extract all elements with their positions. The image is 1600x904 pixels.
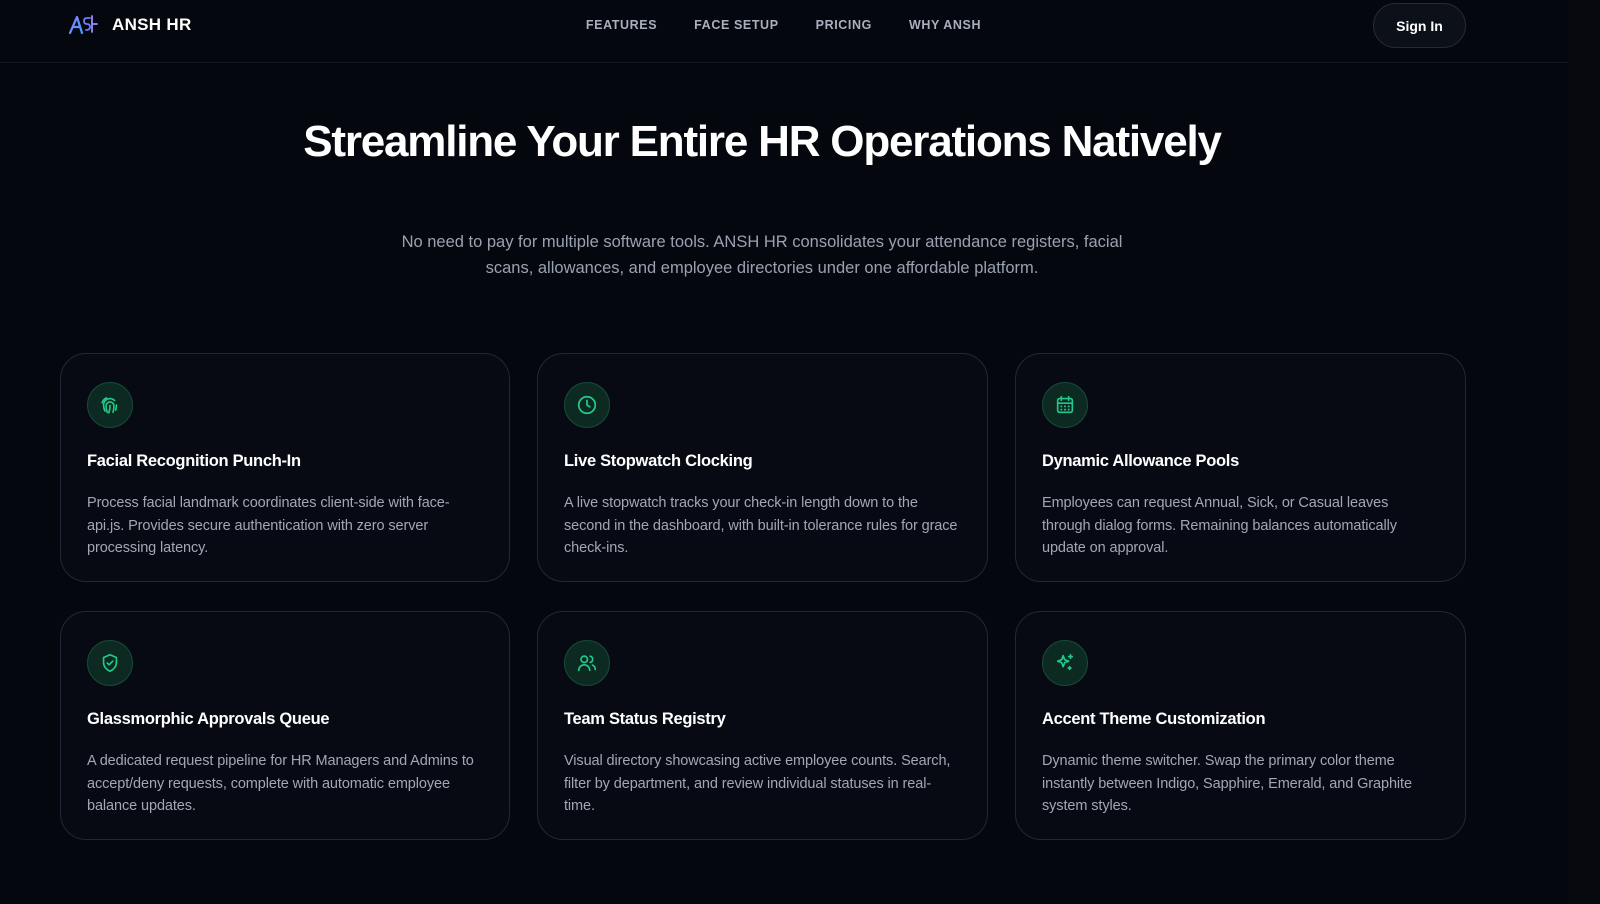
sparkles-icon <box>1056 653 1074 671</box>
feature-description: Visual directory showcasing active emplo… <box>564 753 951 814</box>
nav-link-features[interactable]: FEATURES <box>586 17 657 33</box>
features-grid: Facial Recognition Punch-In Process faci… <box>60 353 1466 840</box>
feature-icon-badge <box>564 640 610 686</box>
feature-icon-badge <box>1042 640 1088 686</box>
page-scrollbar-track[interactable] <box>1568 0 1600 904</box>
nav-link-why-ansh[interactable]: WHY ANSH <box>909 17 981 33</box>
feature-description: Employees can request Annual, Sick, or C… <box>1042 495 1397 556</box>
clock-icon <box>577 395 597 415</box>
feature-card-live-stopwatch: Live Stopwatch Clocking A live stopwatch… <box>537 353 988 582</box>
shield-check-icon <box>102 653 118 673</box>
feature-card-accent-theme: Accent Theme Customization Dynamic theme… <box>1015 611 1466 840</box>
feature-title: Glassmorphic Approvals Queue <box>87 710 330 728</box>
feature-title: Live Stopwatch Clocking <box>564 452 753 470</box>
feature-description: Process facial landmark coordinates clie… <box>87 495 450 556</box>
feature-title: Team Status Registry <box>564 710 726 728</box>
feature-card-approvals-queue: Glassmorphic Approvals Queue A dedicated… <box>60 611 510 840</box>
feature-icon-badge <box>87 382 133 428</box>
feature-card-allowance-pools: Dynamic Allowance Pools Employees can re… <box>1015 353 1466 582</box>
feature-card-facial-recognition: Facial Recognition Punch-In Process faci… <box>60 353 510 582</box>
fingerprint-icon <box>101 397 118 414</box>
feature-description: A dedicated request pipeline for HR Mana… <box>87 753 474 814</box>
feature-icon-badge <box>1042 382 1088 428</box>
feature-description: Dynamic theme switcher. Swap the primary… <box>1042 753 1412 814</box>
feature-title: Facial Recognition Punch-In <box>87 452 301 470</box>
nav-link-face-setup[interactable]: FACE SETUP <box>694 17 779 33</box>
calendar-icon <box>1056 395 1074 414</box>
feature-title: Dynamic Allowance Pools <box>1042 452 1239 470</box>
hero-subtitle: No need to pay for multiple software too… <box>401 233 1123 277</box>
nav-link-pricing[interactable]: PRICING <box>816 17 872 33</box>
feature-icon-badge <box>564 382 610 428</box>
top-navbar: ANSH HR FEATURES FACE SETUP PRICING WHY … <box>0 0 1568 63</box>
feature-icon-badge <box>87 640 133 686</box>
users-icon <box>577 655 597 672</box>
feature-description: A live stopwatch tracks your check-in le… <box>564 495 958 556</box>
main-nav: FEATURES FACE SETUP PRICING WHY ANSH <box>0 17 1568 33</box>
sign-in-button[interactable]: Sign In <box>1373 3 1466 48</box>
feature-card-team-status: Team Status Registry Visual directory sh… <box>537 611 988 840</box>
hero-title: Streamline Your Entire HR Operations Nat… <box>303 117 1222 166</box>
feature-title: Accent Theme Customization <box>1042 710 1266 728</box>
